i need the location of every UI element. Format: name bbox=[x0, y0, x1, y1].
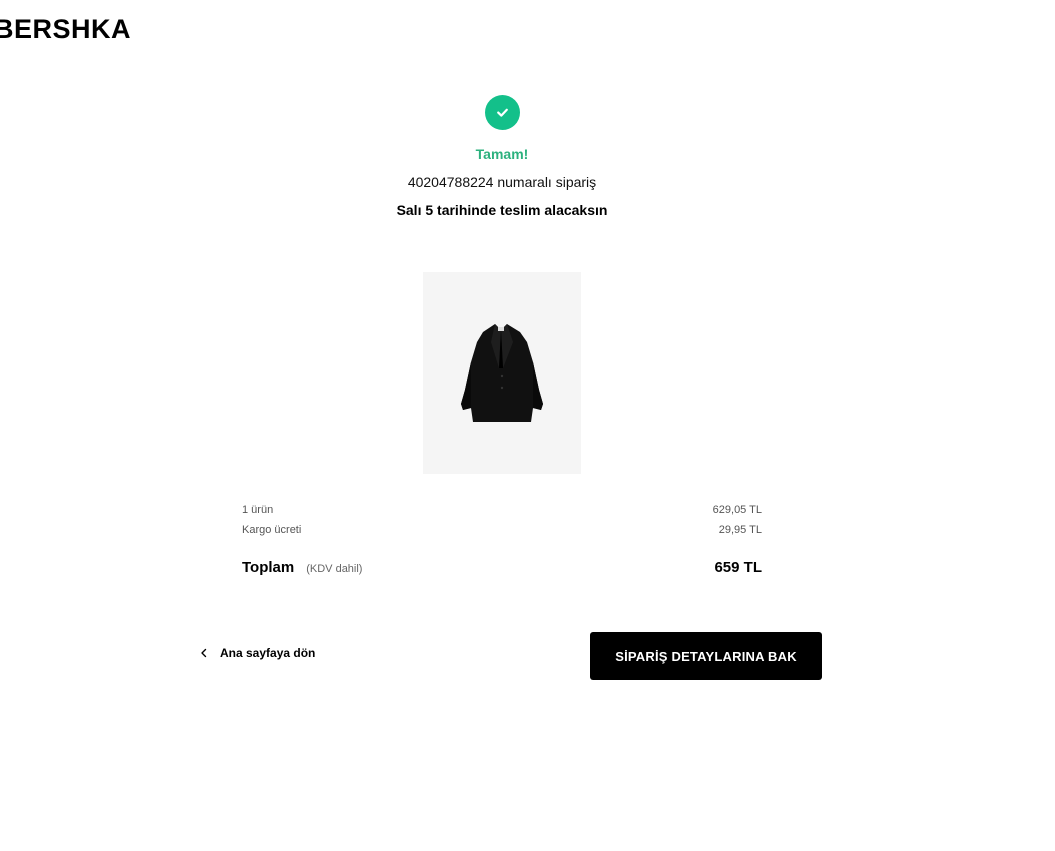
total-price-value: 659 TL bbox=[714, 559, 762, 576]
back-to-home-label: Ana sayfaya dön bbox=[220, 646, 316, 660]
shipping-price-value: 29,95 TL bbox=[718, 524, 762, 536]
total-row: Toplam (KDV dahil) 659 TL bbox=[242, 559, 762, 576]
items-summary-row: 1 ürün 629,05 TL bbox=[242, 504, 762, 516]
chevron-left-icon bbox=[201, 648, 207, 658]
black-blazer-image bbox=[461, 324, 543, 422]
delivery-date-text: Salı 5 tarihinde teslim alacaksın bbox=[396, 202, 608, 218]
brand-logo[interactable]: BERSHKA bbox=[0, 13, 131, 45]
vat-note: (KDV dahil) bbox=[306, 563, 363, 575]
shipping-summary-row: Kargo ücreti 29,95 TL bbox=[242, 524, 762, 536]
total-label: Toplam bbox=[242, 559, 295, 576]
order-confirmation-page: BERSHKA Tamam! 40204788224 numaralı sipa… bbox=[0, 0, 1055, 851]
shipping-label: Kargo ücreti bbox=[242, 524, 302, 536]
status-title: Tamam! bbox=[475, 146, 529, 162]
items-price-value: 629,05 TL bbox=[712, 504, 762, 516]
back-to-home-link[interactable]: Ana sayfaya dön bbox=[200, 646, 315, 660]
product-image bbox=[423, 272, 581, 474]
view-order-details-button[interactable]: SİPARİŞ DETAYLARINA BAK bbox=[590, 632, 822, 680]
order-number-text: 40204788224 numaralı sipariş bbox=[407, 174, 597, 190]
success-check-icon bbox=[485, 95, 520, 130]
items-count-label: 1 ürün bbox=[242, 504, 274, 516]
